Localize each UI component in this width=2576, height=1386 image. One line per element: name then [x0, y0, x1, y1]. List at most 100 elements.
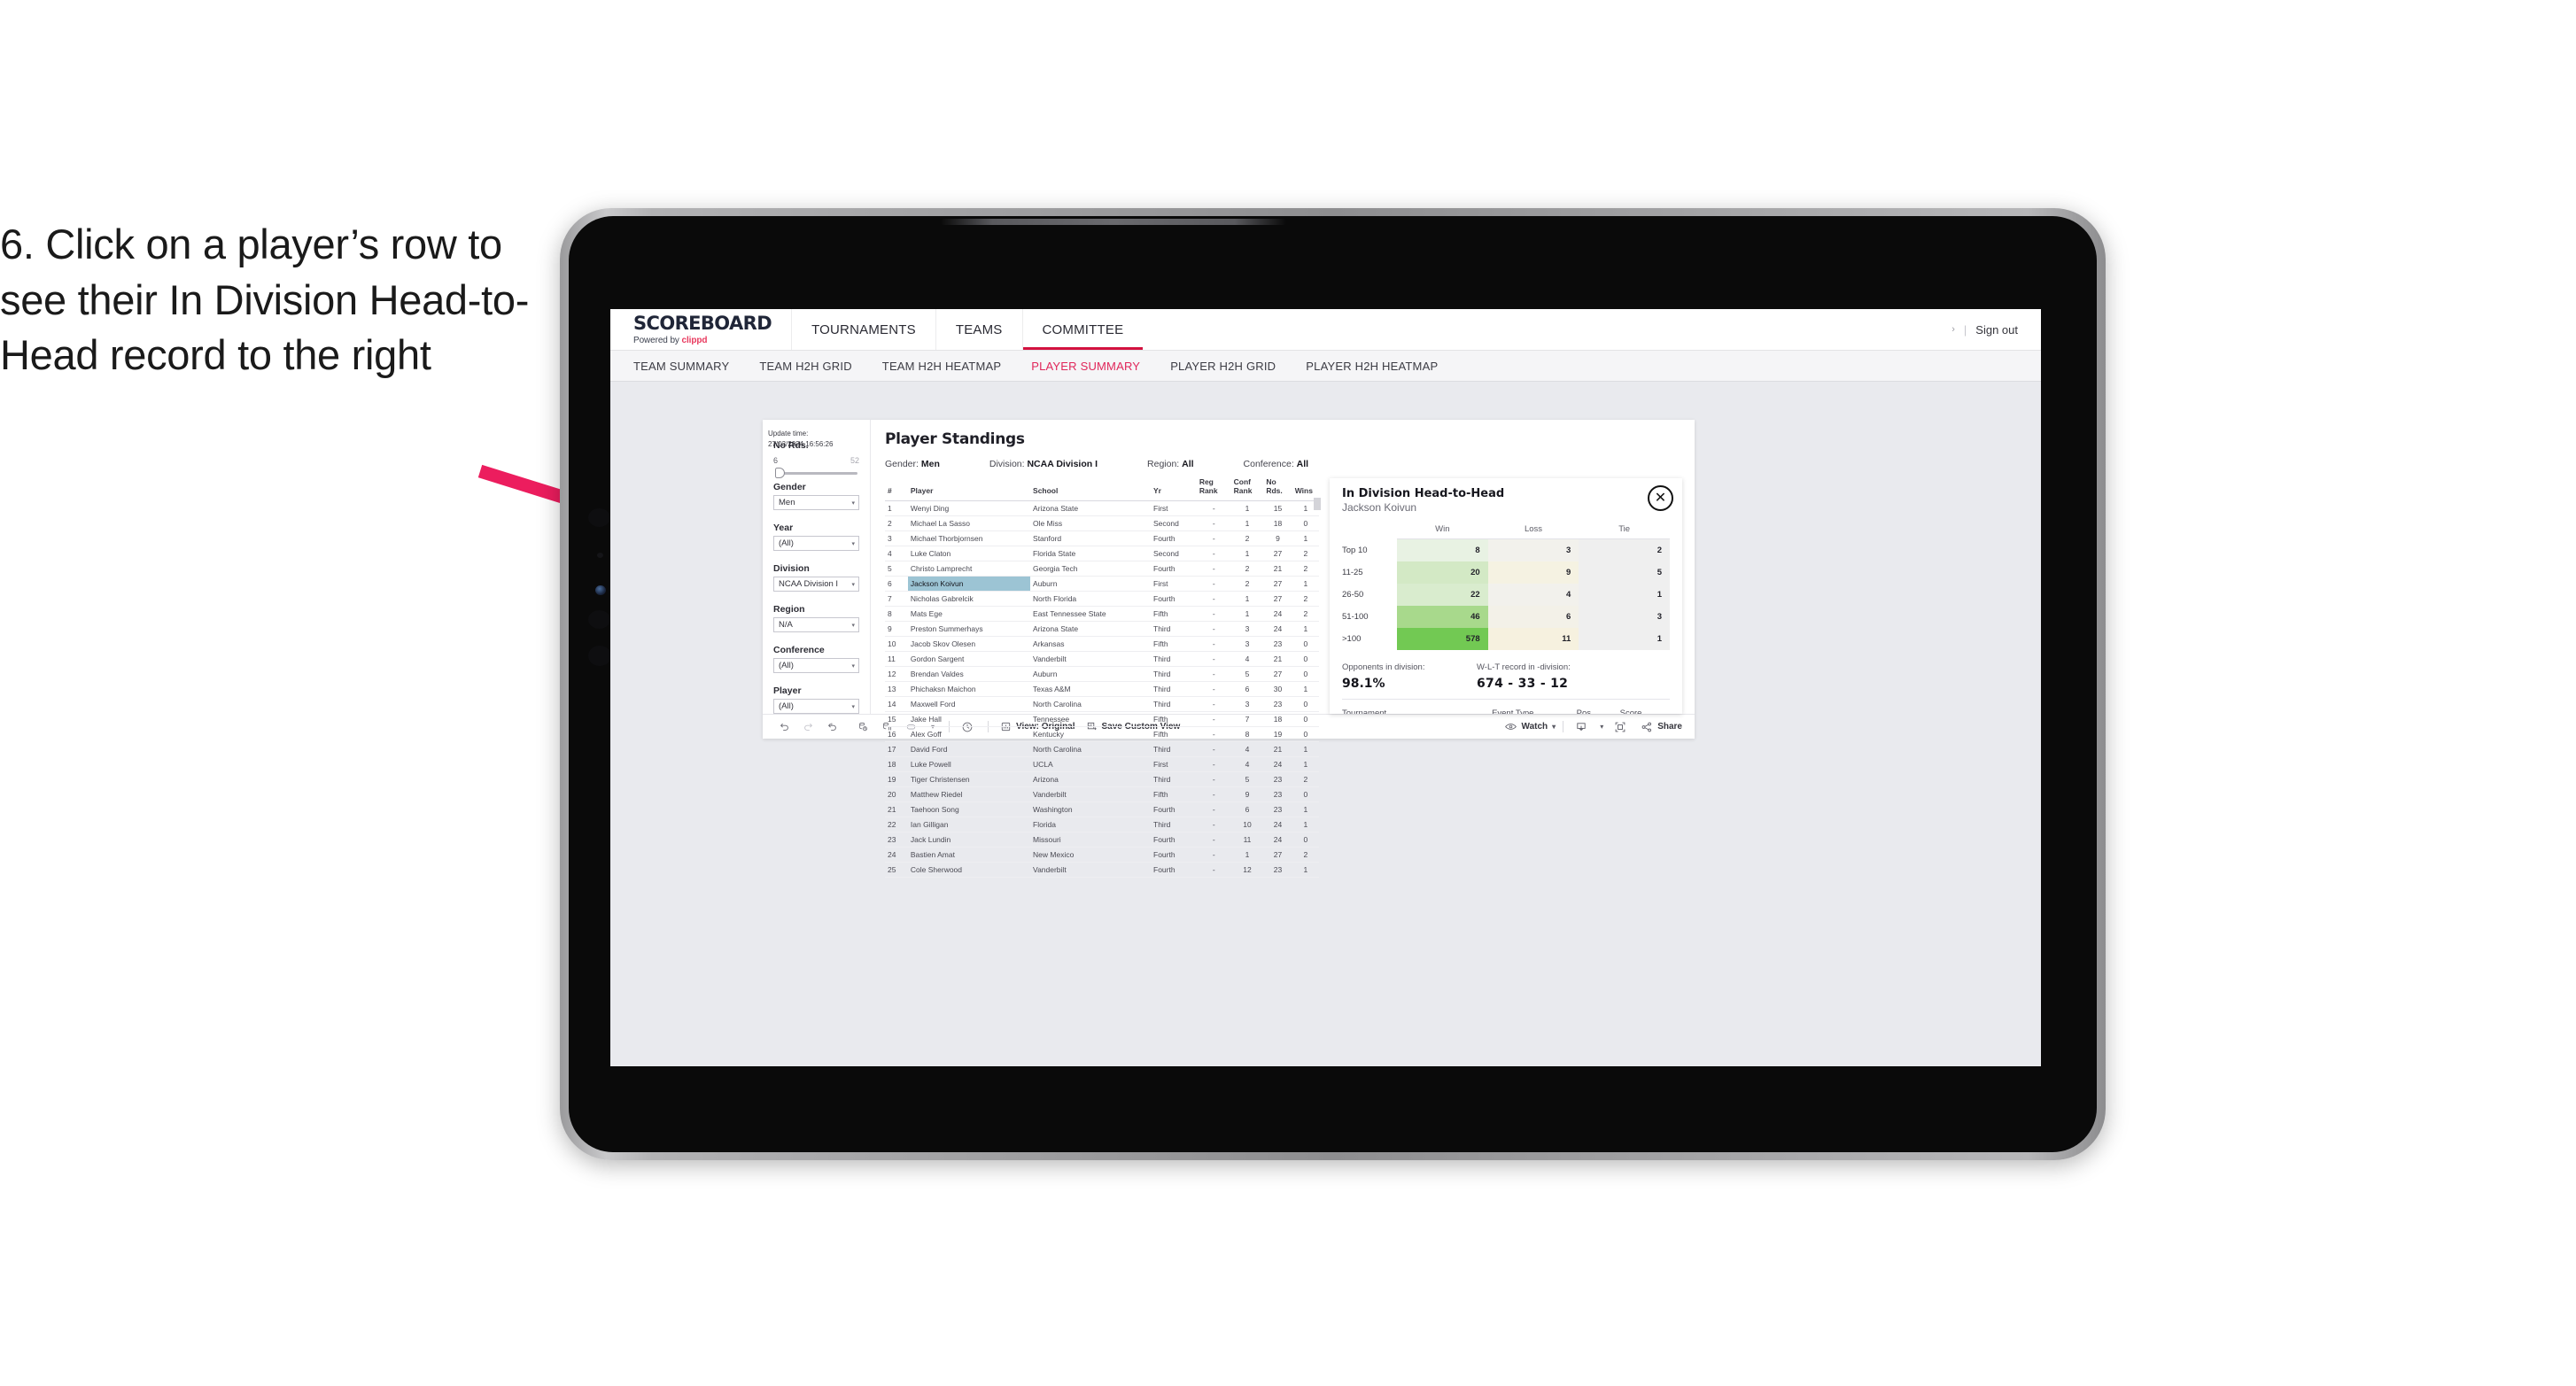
cell-no-rds: 23 [1263, 771, 1292, 787]
col-yr[interactable]: Yr [1151, 478, 1197, 501]
cell-conf-rank: 4 [1230, 651, 1264, 667]
chevron-down-icon: ▾ [851, 662, 855, 670]
cell-reg-rank: - [1196, 832, 1231, 848]
slider-range-labels: 6 52 [773, 456, 859, 465]
brand-logo[interactable]: SCOREBOARD Powered by clippd [610, 309, 791, 350]
kpi-opponents-label: Opponents in division: [1342, 662, 1425, 672]
tab-team-h2h-grid[interactable]: TEAM H2H GRID [759, 360, 867, 373]
col-player[interactable]: Player [907, 478, 1031, 501]
col-conf-rank[interactable]: Conf Rank [1230, 477, 1264, 501]
tournament-header-row: Tournament Event Type Pos Score [1342, 705, 1670, 714]
table-row[interactable]: 14 Maxwell Ford North Carolina Third -3 23 0 [885, 696, 1319, 712]
update-time: Update time: 27/03/2024 16:56:26 [768, 429, 865, 449]
table-row[interactable]: 19 Tiger Christensen Arizona Third -5 23 2 [885, 771, 1319, 787]
table-row[interactable]: 12 Brendan Valdes Auburn Third -5 27 0 [885, 666, 1319, 682]
filter-player-select[interactable]: (All) ▾ [773, 699, 859, 714]
cell-player: Brendan Valdes [907, 666, 1031, 682]
filter-gender-label: Gender [773, 482, 806, 492]
table-row[interactable]: 16 Alex Goff Kentucky Fifth -8 19 0 [885, 726, 1319, 742]
filter-division-select[interactable]: NCAA Division I ▾ [773, 577, 859, 592]
col-reg-rank[interactable]: Reg Rank [1196, 477, 1231, 501]
filter-gender-select[interactable]: Men ▾ [773, 495, 859, 510]
signout-link[interactable]: Sign out [1975, 323, 2018, 337]
table-row[interactable]: 11 Gordon Sargent Vanderbilt Third -4 21 0 [885, 651, 1319, 667]
cell-yr: Fourth [1151, 832, 1197, 848]
table-row[interactable]: 24 Bastien Amat New Mexico Fourth -1 27 2 [885, 847, 1319, 863]
col-no-rds[interactable]: No Rds. [1263, 477, 1292, 501]
meta-gender: Gender: Men [885, 459, 940, 469]
table-row[interactable]: 17 David Ford North Carolina Third -4 21 1 [885, 741, 1319, 757]
cell-wins: 0 [1292, 515, 1319, 531]
h2h-band-label: Top 10 [1342, 538, 1397, 561]
cell-yr: First [1151, 500, 1197, 516]
cell-conf-rank: 2 [1230, 576, 1264, 592]
kpi-wlt-record: W-L-T record in -division: 674 - 33 - 12 [1477, 662, 1571, 691]
nav-teams[interactable]: TEAMS [935, 309, 1022, 350]
meta-conference: Conference: All [1244, 459, 1309, 469]
table-row[interactable]: 3 Michael Thorbjornsen Stanford Fourth -2 9 1 [885, 530, 1319, 546]
nav-tournaments[interactable]: TOURNAMENTS [791, 309, 935, 350]
col-rank[interactable]: # [885, 478, 908, 501]
fullscreen-icon[interactable] [1614, 721, 1626, 733]
table-row[interactable]: 20 Matthew Riedel Vanderbilt Fifth -9 23 0 [885, 786, 1319, 802]
share-button[interactable]: Share [1641, 721, 1682, 733]
microphone-icon [597, 553, 603, 558]
table-row[interactable]: 18 Luke Powell UCLA First -4 24 1 [885, 756, 1319, 772]
chevron-down-icon[interactable]: ▾ [1600, 723, 1603, 731]
cell-school: Washington [1030, 801, 1152, 817]
table-row[interactable]: 9 Preston Summerhays Arizona State Third -3 2… [885, 621, 1319, 637]
h2h-cell-loss: 4 [1487, 584, 1579, 606]
redo-icon[interactable] [803, 721, 814, 732]
standings-panel: Player Standings Gender: Men Division: N… [871, 420, 1695, 878]
revert-icon[interactable] [826, 721, 838, 732]
filter-conference-select[interactable]: (All) ▾ [773, 658, 859, 673]
cell-no-rds: 23 [1263, 862, 1292, 878]
table-row[interactable]: 2 Michael La Sasso Ole Miss Second -1 18 0 [885, 515, 1319, 531]
no-rounds-slider[interactable] [773, 467, 859, 478]
watch-button[interactable]: Watch ▾ [1504, 721, 1556, 732]
table-row[interactable]: 5 Christo Lamprecht Georgia Tech Fourth -2 21… [885, 561, 1319, 577]
tablet-device: SCOREBOARD Powered by clippd TOURNAMENTS… [560, 208, 2106, 1160]
filter-region-select[interactable]: N/A ▾ [773, 617, 859, 632]
table-row[interactable]: 25 Cole Sherwood Vanderbilt Fourth -12 23 1 [885, 862, 1319, 878]
cell-reg-rank: - [1196, 666, 1231, 682]
cell-rank: 5 [885, 561, 908, 577]
table-row[interactable]: 1 Wenyi Ding Arizona State First -1 15 1 [885, 500, 1319, 516]
table-row[interactable]: 23 Jack Lundin Missouri Fourth -11 24 0 [885, 832, 1319, 848]
cell-conf-rank: 7 [1230, 711, 1264, 727]
cell-rank: 10 [885, 636, 908, 652]
table-row[interactable]: 22 Ian Gilligan Florida Third -10 24 1 [885, 817, 1319, 832]
cell-wins: 1 [1292, 801, 1319, 817]
tab-player-h2h-heatmap[interactable]: PLAYER H2H HEATMAP [1306, 360, 1454, 373]
refresh-data-icon[interactable] [857, 721, 869, 732]
chevron-right-icon[interactable]: › [1951, 324, 1955, 335]
undo-icon[interactable] [779, 721, 790, 732]
chevron-down-icon: ▾ [851, 622, 855, 629]
cell-no-rds: 27 [1263, 666, 1292, 682]
table-row[interactable]: 7 Nicholas Gabrelcik North Florida Fourth -1… [885, 591, 1319, 607]
tab-team-h2h-heatmap[interactable]: TEAM H2H HEATMAP [882, 360, 1017, 373]
table-row[interactable]: 8 Mats Ege East Tennessee State Fifth -1 24 2 [885, 606, 1319, 622]
dashboard-card: Update time: 27/03/2024 16:56:26 No Rds.… [763, 420, 1695, 878]
filter-region-value: N/A [779, 620, 793, 630]
chevron-down-icon: ▾ [851, 581, 855, 588]
h2h-cell-loss: 9 [1487, 561, 1579, 584]
table-row[interactable]: 15 Jake Hall Tennessee Fifth -7 18 0 [885, 711, 1319, 727]
table-row[interactable]: 6 Jackson Koivun Auburn First -2 27 1 [885, 576, 1319, 592]
table-row[interactable]: 13 Phichaksn Maichon Texas A&M Third -6 30 1 [885, 681, 1319, 697]
tab-player-h2h-grid[interactable]: PLAYER H2H GRID [1170, 360, 1292, 373]
slider-knob[interactable] [775, 467, 785, 478]
tab-player-summary[interactable]: PLAYER SUMMARY [1031, 360, 1156, 373]
cell-yr: Fifth [1151, 711, 1197, 727]
table-row[interactable]: 10 Jacob Skov Olesen Arkansas Fifth -3 23 0 [885, 636, 1319, 652]
table-row[interactable]: 21 Taehoon Song Washington Fourth -6 23 1 [885, 801, 1319, 817]
close-icon[interactable]: ✕ [1648, 485, 1673, 511]
filter-year-select[interactable]: (All) ▾ [773, 536, 859, 551]
vertical-scrollbar[interactable] [1314, 498, 1321, 510]
nav-committee[interactable]: COMMITTEE [1021, 309, 1144, 350]
table-row[interactable]: 4 Luke Claton Florida State Second -1 27 2 [885, 546, 1319, 561]
cell-no-rds: 27 [1263, 847, 1292, 863]
col-school[interactable]: School [1030, 478, 1152, 501]
download-icon[interactable] [1575, 721, 1587, 733]
tab-team-summary[interactable]: TEAM SUMMARY [633, 360, 745, 373]
